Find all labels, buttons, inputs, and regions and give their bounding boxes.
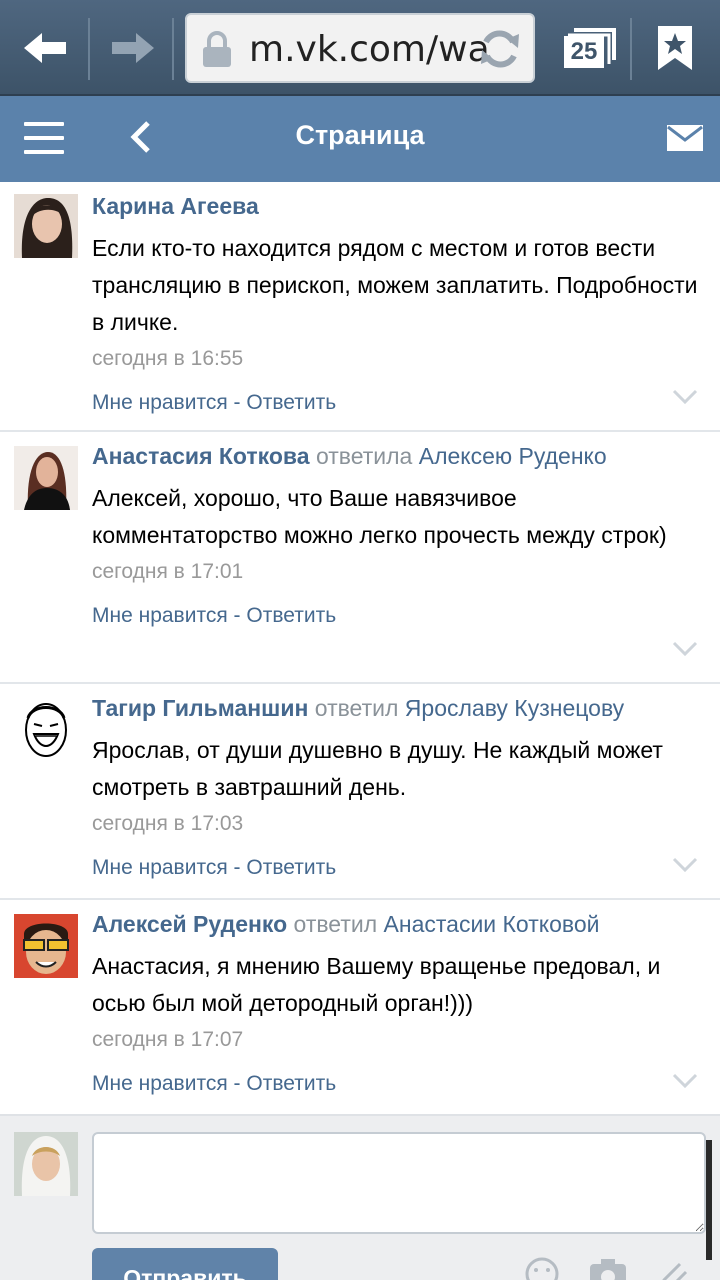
reply-link[interactable]: Ответить [246,856,336,879]
chevron-down-icon[interactable] [672,1073,698,1094]
avatar[interactable] [14,698,78,762]
comment-item: Алексей Руденко ответил Анастасии Котков… [0,900,720,1116]
comment-reply-target[interactable]: Анастасии Котковой [384,911,600,937]
comment-author[interactable]: Анастасия Коткова [92,443,310,469]
comment-text: Алексей, хорошо, что Ваше навязчивое ком… [92,485,667,548]
camera-icon[interactable] [588,1256,628,1280]
comment-body: Карина Агеева Если кто-то находится рядо… [92,192,706,415]
comment-author[interactable]: Карина Агеева [92,193,259,219]
like-link[interactable]: Мне нравится [92,1072,228,1095]
avatar[interactable] [14,914,78,978]
comment-body: Анастасия Коткова ответила Алексею Руден… [92,442,706,628]
comment-list: Карина Агеева Если кто-то находится рядо… [0,182,720,1116]
back-arrow-icon[interactable] [10,14,80,82]
comment-item: Анастасия Коткова ответила Алексею Руден… [0,432,720,684]
my-avatar [14,1132,78,1196]
reply-link[interactable]: Ответить [246,391,336,414]
chevron-down-icon[interactable] [672,857,698,878]
comment-time: сегодня в 17:03 [92,812,244,835]
chevron-down-icon[interactable] [672,641,698,662]
comment-time: сегодня в 16:55 [92,347,244,370]
comment-actions: Мне нравится - Ответить [92,391,706,415]
toolbar-divider [172,18,174,80]
comment-text: Анастасия, я мнению Вашему вращенье пред… [92,953,661,1016]
smile-icon[interactable] [524,1256,560,1280]
comment-verb: ответил [314,695,399,721]
comment-text: Ярослав, от души душевно в душу. Не кажд… [92,737,663,800]
url-text: m.vk.com/wa [249,29,490,70]
reply-link[interactable]: Ответить [246,604,336,627]
bookmark-icon[interactable] [656,24,694,77]
comment-item: Карина Агеева Если кто-то находится рядо… [0,182,720,432]
tabs-count: 25 [564,36,604,68]
toolbar-divider [88,18,90,80]
comment-reply-target[interactable]: Ярославу Кузнецову [405,695,624,721]
comment-body: Тагир Гильманшин ответил Ярославу Кузнец… [92,694,706,880]
browser-toolbar: m.vk.com/wa 25 [0,0,720,96]
page-title: Страница [295,120,425,150]
forward-arrow-icon[interactable] [98,14,168,82]
like-link[interactable]: Мне нравится [92,856,228,879]
action-separator: - [227,604,247,627]
comment-verb: ответил [293,911,378,937]
scrollbar[interactable] [706,1140,712,1260]
comment-verb: ответила [315,443,413,469]
action-separator: - [227,391,247,414]
comment-time: сегодня в 17:07 [92,1028,244,1051]
like-link[interactable]: Мне нравится [92,391,228,414]
avatar[interactable] [14,194,78,258]
action-separator: - [227,1072,247,1095]
lock-icon [201,31,233,74]
comment-body: Алексей Руденко ответил Анастасии Котков… [92,910,706,1096]
app-header: Страница [0,96,720,182]
comment-author[interactable]: Тагир Гильманшин [92,695,308,721]
toolbar-divider [630,18,632,80]
comment-reply-target[interactable]: Алексею Руденко [419,443,607,469]
comment-actions: Мне нравится - Ответить [92,856,706,880]
comment-time: сегодня в 17:01 [92,560,244,583]
comment-author[interactable]: Алексей Руденко [92,911,287,937]
reply-composer: Отправить [0,1114,720,1280]
comment-text: Если кто-то находится рядом с местом и г… [92,235,698,335]
like-link[interactable]: Мне нравится [92,604,228,627]
reply-link[interactable]: Ответить [246,1072,336,1095]
avatar[interactable] [14,446,78,510]
comment-actions: Мне нравится - Ответить [92,604,706,628]
send-button[interactable]: Отправить [92,1248,278,1280]
address-bar[interactable]: m.vk.com/wa [185,13,535,83]
comment-item: Тагир Гильманшин ответил Ярославу Кузнец… [0,684,720,900]
reply-input[interactable] [92,1132,706,1234]
comment-actions: Мне нравится - Ответить [92,1072,706,1096]
action-separator: - [227,856,247,879]
chevron-down-icon[interactable] [672,389,698,410]
tabs-button[interactable]: 25 [560,22,618,74]
reload-icon[interactable] [477,26,523,77]
attach-icon[interactable] [654,1256,690,1280]
mail-icon[interactable] [666,124,704,157]
